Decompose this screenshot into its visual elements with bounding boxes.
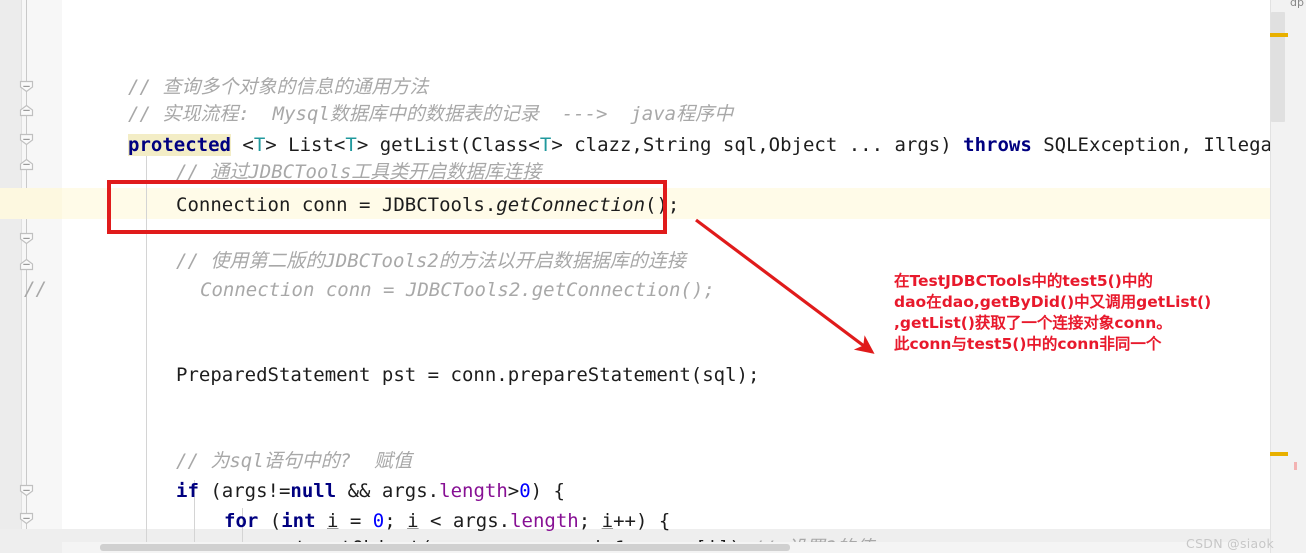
code-token: > xyxy=(507,480,520,502)
code-token: i xyxy=(327,510,339,532)
topright-text-fragment: dp xyxy=(1290,0,1304,9)
code-token: // 使用第二版的JDBCTools2的方法以开启数据据库的连接 xyxy=(176,250,686,272)
code-token: for xyxy=(224,510,259,532)
code-line-comment-conn-jdbctools2[interactable]: Connection conn = JDBCTools2.getConnecti… xyxy=(200,277,715,304)
code-line-comment-query-multi[interactable]: // 查询多个对象的信息的通用方法 xyxy=(128,74,428,101)
fold-collapse-icon[interactable] xyxy=(19,232,34,245)
code-token: = xyxy=(338,510,373,532)
code-token: > getList(Class< xyxy=(356,134,540,156)
code-token: && args. xyxy=(336,480,440,502)
code-line-stmt-for-loop[interactable]: for (int i = 0; i < args.length; i++) { xyxy=(224,508,670,535)
code-token: > clazz,String sql,Object ... args) xyxy=(551,134,964,156)
code-token: T xyxy=(345,134,357,156)
code-token: // 通过JDBCTools工具类开启数据库连接 xyxy=(176,161,542,183)
code-line-comment-jdbctools2[interactable]: // 使用第二版的JDBCTools2的方法以开启数据据库的连接 xyxy=(176,248,686,275)
code-line-stmt-prepare-statement[interactable]: PreparedStatement pst = conn.prepareStat… xyxy=(176,362,759,389)
annotation-text-line: ,getList()获取了一个连接对象conn。 xyxy=(894,314,1172,332)
code-token: PreparedStatement pst = conn.prepareStat… xyxy=(176,364,760,386)
scrollbar-error-marker[interactable] xyxy=(1294,462,1297,470)
code-line-comment-assign-sql-params[interactable]: // 为sql语句中的? 赋值 xyxy=(176,448,412,475)
code-token: i xyxy=(601,510,614,532)
code-token: throws xyxy=(963,134,1032,156)
code-token: length xyxy=(510,510,579,532)
fold-expand-icon[interactable] xyxy=(19,104,34,117)
code-token: Connection conn = JDBCTools2.getConnecti… xyxy=(200,279,715,301)
code-token: < xyxy=(230,134,254,156)
code-token: // 实现流程: Mysql数据库中的数据表的记录 ---> java程序中 xyxy=(128,103,734,125)
annotation-text-line: dao在dao,getByDid()中又调用getList() xyxy=(894,293,1212,311)
watermark: CSDN @siaok xyxy=(1186,536,1274,551)
code-token: < args. xyxy=(418,510,511,532)
code-token: if xyxy=(176,480,199,502)
code-line-stmt-if-args[interactable]: if (args!=null && args.length>0) { xyxy=(176,478,565,505)
scrollbar-marker[interactable] xyxy=(1270,33,1288,37)
code-token: 0 xyxy=(372,510,385,532)
code-token: > List< xyxy=(265,134,346,156)
code-token: ++) { xyxy=(613,510,671,532)
vertical-scrollbar-thumb[interactable] xyxy=(1271,12,1285,122)
code-token: T xyxy=(539,134,552,156)
fold-expand-icon[interactable] xyxy=(19,258,34,271)
code-token: ( xyxy=(258,510,282,532)
code-token: (); xyxy=(645,194,680,216)
code-token: length xyxy=(439,480,508,502)
code-line-comment-jdbctools[interactable]: // 通过JDBCTools工具类开启数据库连接 xyxy=(176,159,541,186)
code-line-method-signature[interactable]: protected <T> List<T> getList(Class<T> c… xyxy=(128,132,1283,159)
code-token: int xyxy=(281,510,316,532)
code-token: // 查询多个对象的信息的通用方法 xyxy=(128,76,429,98)
code-token: Connection conn = JDBCTools. xyxy=(176,194,497,216)
code-token: T xyxy=(253,134,266,156)
gutter-comment: // xyxy=(24,278,47,300)
code-token: ; xyxy=(578,510,602,532)
indent-guide xyxy=(146,145,147,553)
code-token: ) { xyxy=(530,480,565,502)
code-editor-screenshot: // // 查询多个对象的信息的通用方法 // 实现流程: Mysql数据库中的数… xyxy=(0,0,1306,553)
annotation-text-line: 此conn与test5()中的conn非同一个 xyxy=(894,335,1162,353)
fold-collapse-icon[interactable] xyxy=(19,80,34,93)
code-token: (args!= xyxy=(198,480,291,502)
fold-expand-icon[interactable] xyxy=(19,158,34,171)
horizontal-scrollbar-thumb[interactable] xyxy=(100,544,790,551)
code-token: SQLException, Illegal xyxy=(1031,134,1284,156)
scrollbar-marker[interactable] xyxy=(1270,452,1288,456)
fold-collapse-icon[interactable] xyxy=(19,133,34,146)
annotation-text: 在TestJDBCTools中的test5()中的 dao在dao,getByDi… xyxy=(894,271,1211,355)
code-token: 0 xyxy=(519,480,531,502)
current-line-highlight-gutter xyxy=(0,188,62,219)
code-token: getConnection xyxy=(496,194,646,216)
code-line-stmt-get-connection[interactable]: Connection conn = JDBCTools.getConnectio… xyxy=(176,192,679,219)
code-line-comment-flow[interactable]: // 实现流程: Mysql数据库中的数据表的记录 ---> java程序中 xyxy=(128,101,733,128)
code-token: // 为sql语句中的? 赋值 xyxy=(176,450,412,472)
code-token: null xyxy=(290,480,337,502)
code-token: i xyxy=(407,510,419,532)
fold-collapse-icon[interactable] xyxy=(19,484,34,497)
fold-collapse-icon[interactable] xyxy=(19,512,34,525)
code-token: protected xyxy=(128,134,231,156)
code-token: ; xyxy=(384,510,408,532)
annotation-text-line: 在TestJDBCTools中的test5()中的 xyxy=(894,272,1153,290)
